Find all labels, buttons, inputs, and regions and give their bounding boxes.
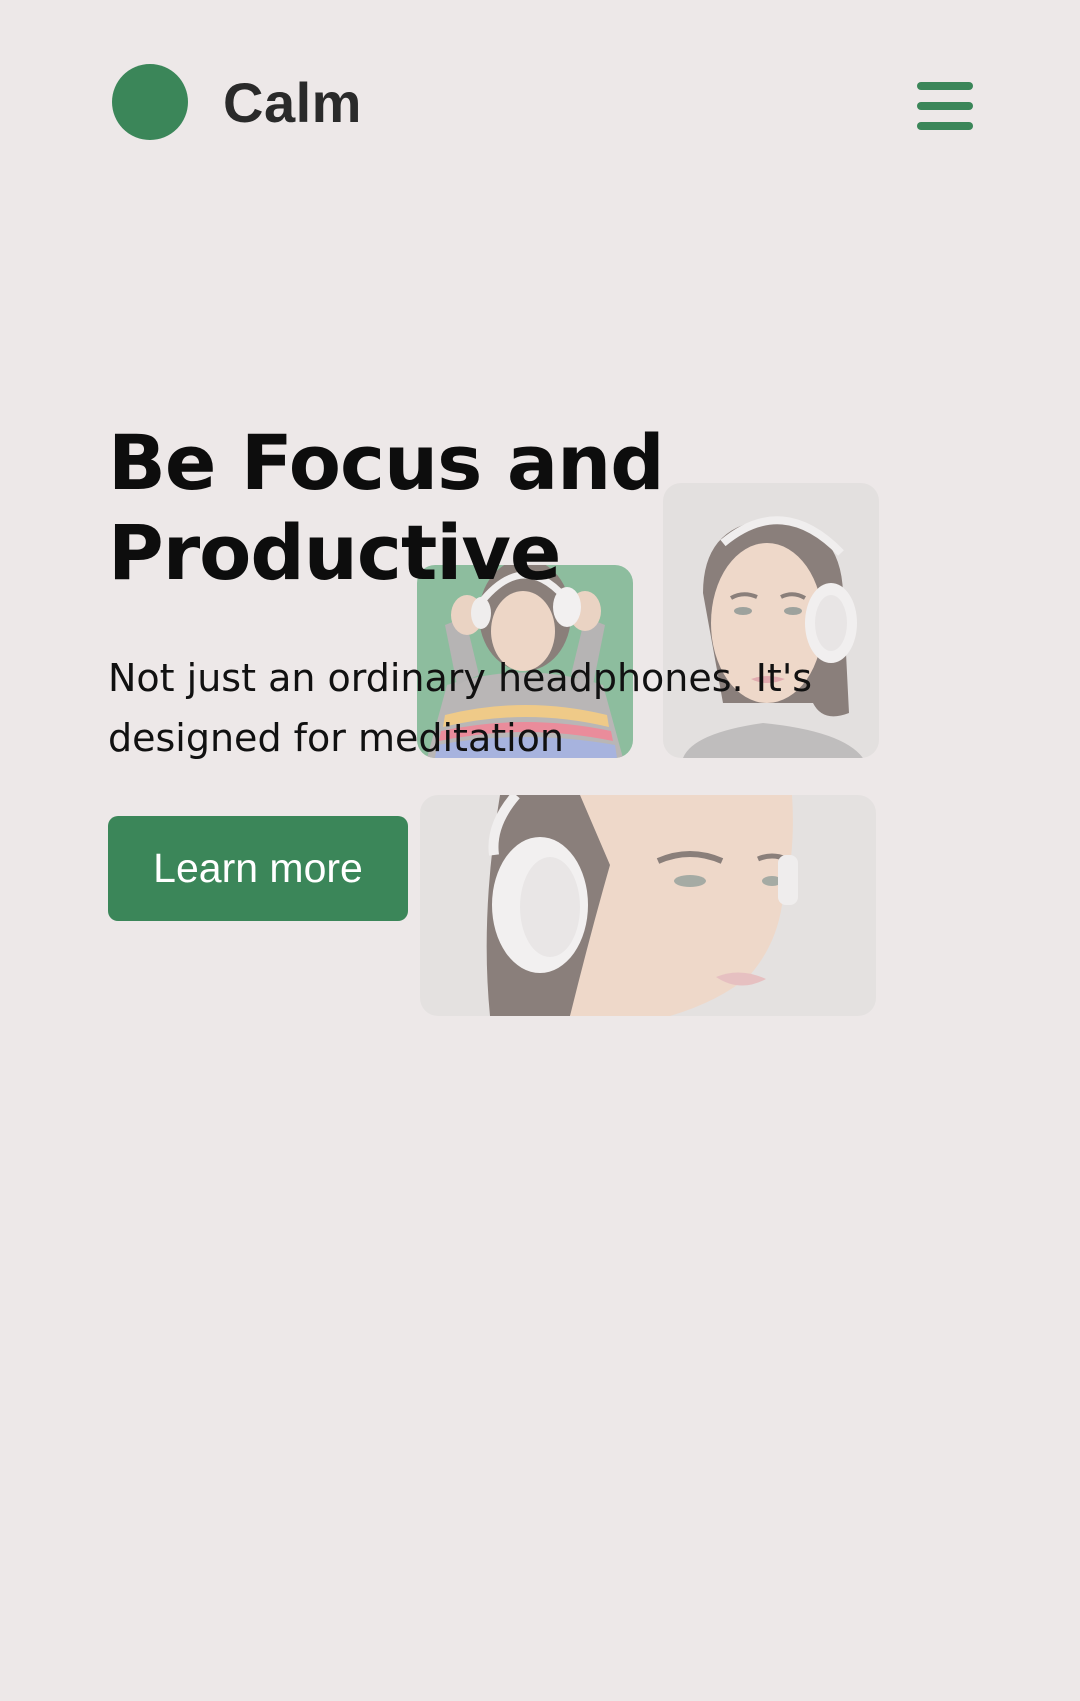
logo-icon[interactable]: [112, 64, 188, 140]
hero-title: Be Focus and Productive: [108, 418, 665, 598]
hero-title-line-1: Be Focus and: [108, 418, 665, 507]
woman-headphones-closeup-photo: [420, 795, 876, 1016]
menu-bar: [917, 122, 973, 130]
menu-bar: [917, 82, 973, 90]
hero-subtitle: Not just an ordinary headphones. It's de…: [108, 656, 813, 760]
menu-bar: [917, 102, 973, 110]
brand-name[interactable]: Calm: [223, 70, 362, 136]
learn-more-button[interactable]: Learn more: [108, 816, 408, 921]
hamburger-menu-icon[interactable]: [917, 80, 973, 134]
hero-title-line-2: Productive: [108, 508, 561, 597]
